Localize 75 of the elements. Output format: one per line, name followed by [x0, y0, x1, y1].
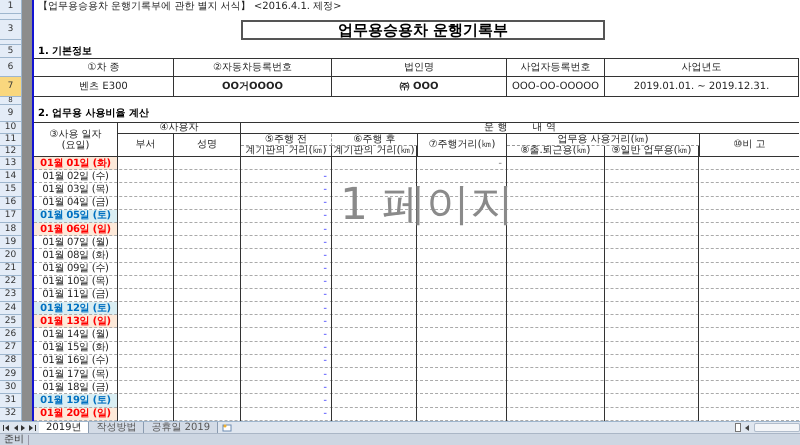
date-cell: 01월 13일 (일) — [34, 315, 118, 328]
info-column-header: ①차 종 — [34, 58, 174, 77]
date-cell: 01월 12일 (토) — [34, 302, 118, 316]
next-sheet-icon[interactable] — [21, 424, 26, 430]
column-header: ⑩비 고 — [699, 134, 799, 157]
insert-sheet-icon[interactable] — [222, 424, 232, 432]
row-header[interactable]: 5 — [0, 45, 22, 58]
sheet-tab[interactable]: 작성방법 — [89, 422, 144, 433]
info-value: ㈜ OOO — [332, 77, 507, 97]
row-header[interactable]: 1 — [0, 0, 22, 14]
horizontal-scrollbar[interactable] — [754, 423, 800, 432]
row-header[interactable]: 28 — [0, 354, 22, 368]
date-cell: 01월 20일 (일) — [34, 408, 118, 421]
info-column-header: 사업자등록번호 — [507, 58, 605, 77]
row-header[interactable]: 30 — [0, 381, 22, 394]
column-header: ④사용자 — [118, 122, 241, 134]
row-header[interactable]: 26 — [0, 328, 22, 342]
sheet-tab[interactable]: 공휴일 2019 — [144, 422, 218, 433]
first-sheet-icon[interactable] — [3, 424, 10, 430]
section-heading: 2. 업무용 사용비율 계산 — [37, 106, 150, 120]
column-header: 부서 — [118, 134, 174, 157]
date-cell: 01월 06일 (일) — [34, 222, 118, 236]
row-header[interactable]: 6 — [0, 58, 22, 77]
form-title: 업무용승용차 운행기록부 — [241, 20, 605, 40]
info-value: 2019.01.01. ~ 2019.12.31. — [605, 77, 799, 97]
info-value: OO거OOOO — [174, 77, 332, 97]
column-header: ⑤주행 전 — [241, 134, 332, 146]
date-cell: 01월 19일 (토) — [34, 394, 118, 408]
row-header[interactable]: 14 — [0, 170, 22, 184]
sheet-tab[interactable]: 2019년 — [39, 422, 90, 433]
date-cell: 01월 05일 (토) — [34, 210, 118, 223]
previous-sheet-icon[interactable] — [13, 424, 18, 430]
row-header[interactable]: 15 — [0, 183, 22, 197]
info-value: 벤츠 E300 — [34, 77, 174, 97]
last-sheet-icon[interactable] — [29, 424, 36, 430]
column-header: 성명 — [174, 134, 241, 157]
row-header[interactable]: 32 — [0, 408, 22, 421]
date-cell: 01월 01일 (화) — [34, 157, 118, 170]
column-header: 계기판의 거리(㎞) — [332, 146, 417, 157]
row-header[interactable]: 23 — [0, 288, 22, 302]
row-header[interactable]: 27 — [0, 342, 22, 355]
splitter-handle-icon[interactable] — [735, 423, 741, 432]
column-header: 계기판의 거리(㎞) — [241, 146, 332, 157]
row-header[interactable]: 20 — [0, 249, 22, 262]
section-heading: 1. 기본정보 — [37, 45, 94, 58]
row-header[interactable]: 25 — [0, 315, 22, 328]
info-column-header: ②자동차등록번호 — [174, 58, 332, 77]
form-note: 【업무용승용차 운행기록부에 관한 별지 서식】 <2016.4.1. 제정> — [37, 0, 343, 14]
row-header[interactable]: 12 — [0, 146, 22, 157]
column-header: 업무용 사용거리(㎞) — [507, 134, 699, 146]
column-header: 운 행 내 역 — [241, 122, 799, 134]
row-header[interactable]: 3 — [0, 20, 22, 40]
row-header[interactable]: 29 — [0, 368, 22, 382]
row-header[interactable]: 19 — [0, 236, 22, 250]
row-header[interactable]: 9 — [0, 105, 22, 122]
status-text: 준비 — [0, 434, 29, 444]
info-column-header: 사업년도 — [605, 58, 799, 77]
row-header[interactable]: 16 — [0, 196, 22, 210]
row-header[interactable]: 21 — [0, 262, 22, 276]
row-header[interactable]: 31 — [0, 394, 22, 408]
row-header[interactable]: 11 — [0, 134, 22, 146]
info-column-header: 법인명 — [332, 58, 507, 77]
column-header: ⑥주행 후 — [332, 134, 417, 146]
row-header[interactable]: 17 — [0, 210, 22, 223]
scroll-left-icon[interactable] — [744, 424, 750, 430]
info-value: OOO-OO-OOOOO — [507, 77, 605, 97]
row-header[interactable]: 10 — [0, 122, 22, 134]
row-header[interactable]: 7 — [0, 77, 22, 97]
row-header[interactable]: 22 — [0, 276, 22, 289]
column-header: ⑦주행거리(㎞) — [417, 134, 507, 157]
column-header: ⑧출.퇴근용(㎞) — [507, 146, 605, 157]
column-header: ⑨일반 업무용(㎞) — [605, 146, 699, 157]
row-header[interactable]: 24 — [0, 302, 22, 316]
row-header[interactable]: 18 — [0, 222, 22, 236]
row-header[interactable]: 13 — [0, 157, 22, 170]
